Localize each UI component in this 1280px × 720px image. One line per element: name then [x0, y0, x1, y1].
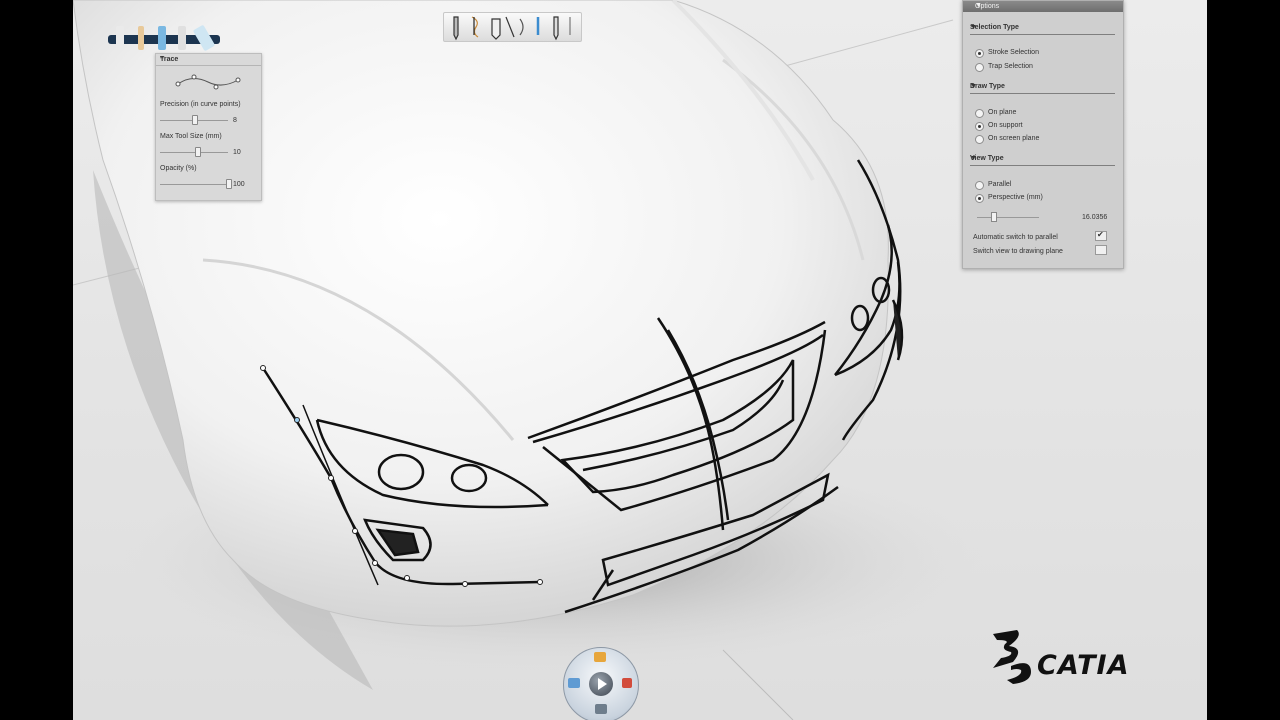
catia-logo-text: CATIA [1037, 650, 1130, 681]
3ds-logo-icon [993, 630, 1031, 684]
radio-label: Parallel [988, 181, 1012, 188]
max-tool-size-slider[interactable] [160, 152, 228, 153]
marker-tool-icon[interactable] [138, 26, 144, 50]
opacity-value: 100 [233, 181, 245, 188]
check-icon: ✔ [1097, 230, 1104, 239]
navigation-compass[interactable] [563, 647, 639, 720]
trace-panel-header: Trace – [156, 54, 261, 66]
radio-button-icon [975, 181, 984, 190]
switch-view-label: Switch view to drawing plane [973, 248, 1063, 255]
3d-viewport[interactable]: Trace – Precision (in curve points) 8 Ma… [73, 0, 1207, 720]
radio-button-icon [975, 122, 984, 131]
opacity-slider[interactable] [160, 184, 228, 185]
selection-type-dropdown-icon[interactable]: ▼ [970, 24, 1115, 31]
automatic-switch-label: Automatic switch to parallel [973, 234, 1058, 241]
minimize-icon[interactable]: – [160, 55, 256, 62]
precision-slider-thumb[interactable] [192, 115, 198, 125]
radio-label: On plane [988, 109, 1017, 116]
radio-button-icon [975, 63, 984, 72]
radio-button-icon [975, 135, 984, 144]
perspective-slider-thumb[interactable] [990, 212, 997, 222]
pen-palette[interactable] [108, 24, 220, 52]
radio-label: On support [988, 122, 1023, 129]
radio-button-icon [975, 109, 984, 118]
radio-button-icon [975, 194, 984, 203]
apps-icon[interactable] [594, 652, 606, 662]
draw-type-header[interactable]: Draw Type ▼ [970, 82, 1115, 94]
brush-tool-icon[interactable] [178, 26, 186, 50]
precision-label: Precision (in curve points) [160, 101, 241, 108]
pen-tool-icon[interactable] [158, 26, 166, 50]
selection-type-header[interactable]: Selection Type ▼ [970, 23, 1115, 35]
catia-logo: CATIA [987, 628, 1177, 690]
pencil-tool-icon[interactable] [116, 26, 124, 50]
3d-view-icon[interactable] [568, 678, 580, 688]
max-tool-size-slider-thumb[interactable] [195, 147, 202, 157]
max-tool-size-label: Max Tool Size (mm) [160, 133, 222, 140]
curve-preview-icon [175, 74, 241, 90]
radio-label: Trap Selection [988, 63, 1033, 70]
draw-type-dropdown-icon[interactable]: ▼ [970, 83, 1115, 90]
max-tool-size-value: 10 [233, 149, 241, 156]
precision-value: 8 [233, 117, 237, 124]
opacity-slider-thumb[interactable] [226, 179, 232, 189]
radio-label: Stroke Selection [988, 49, 1039, 56]
tree-icon[interactable] [622, 678, 632, 688]
toolbar-icons [453, 16, 571, 41]
opacity-label: Opacity (%) [160, 165, 197, 172]
sketch-toolbar[interactable] [443, 12, 582, 42]
options-panel: Options ▼ Selection Type ▼ Stroke Select… [962, 0, 1124, 269]
switch-view-checkbox[interactable] [1095, 245, 1107, 255]
automatic-switch-checkbox[interactable]: ✔ [1095, 230, 1107, 241]
perspective-value: 16.0356 [1082, 214, 1108, 221]
play-icon[interactable] [589, 672, 613, 696]
collapse-icon[interactable]: ▼ [975, 2, 1118, 9]
network-icon[interactable] [595, 704, 607, 714]
trace-panel: Trace – Precision (in curve points) 8 Ma… [155, 53, 262, 201]
radio-label: On screen plane [988, 135, 1040, 142]
radio-label: Perspective (mm) [988, 194, 1043, 201]
options-panel-header[interactable]: Options ▼ [963, 1, 1123, 12]
view-type-header[interactable]: View Type ▼ [970, 154, 1115, 166]
view-type-dropdown-icon[interactable]: ▼ [970, 155, 1115, 162]
perspective-slider[interactable] [977, 217, 1039, 218]
radio-button-icon [975, 49, 984, 58]
